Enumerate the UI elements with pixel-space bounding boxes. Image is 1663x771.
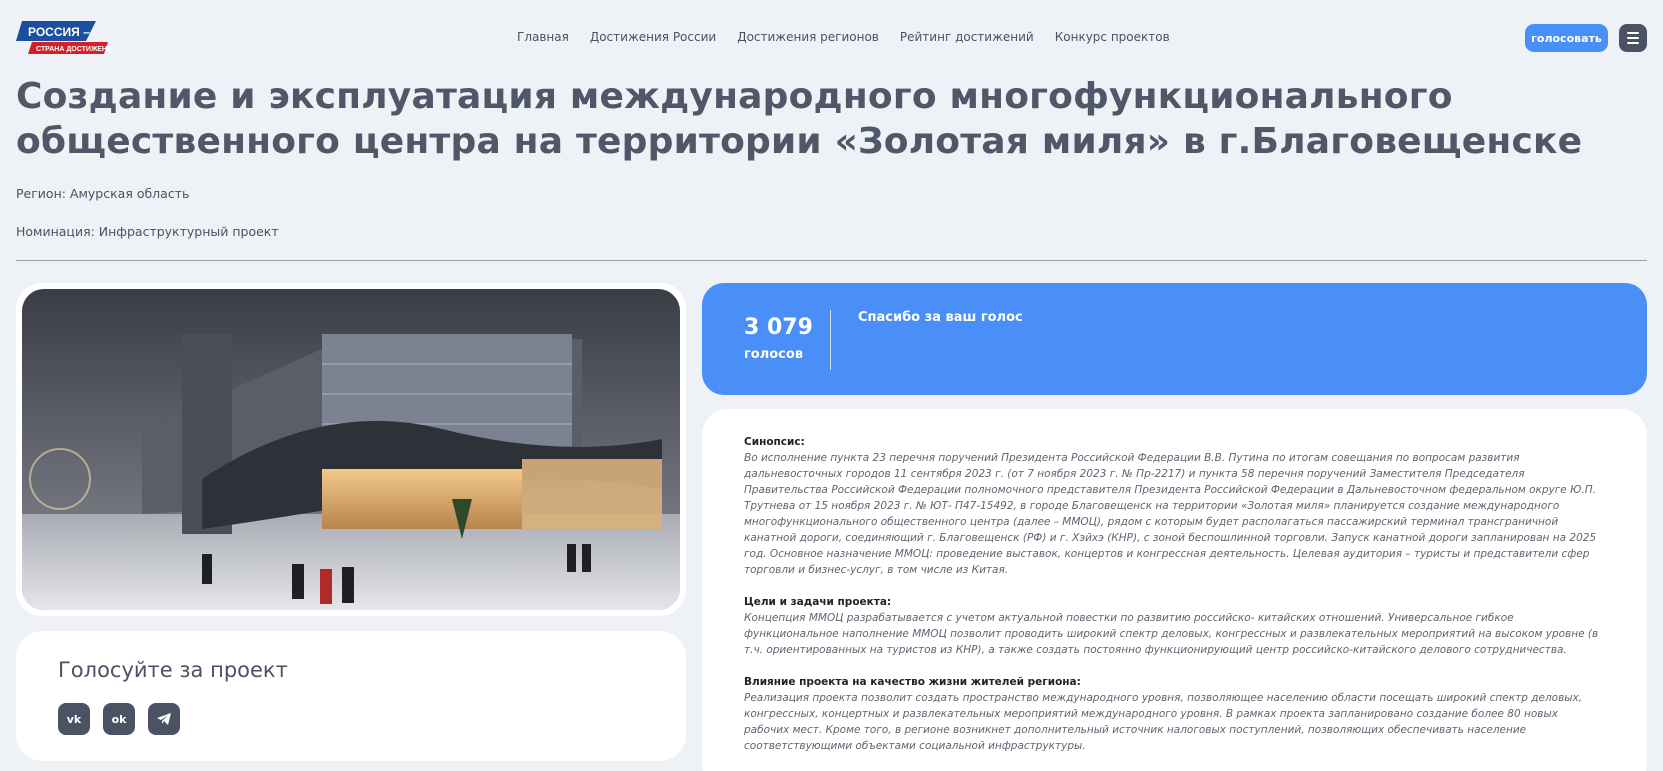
synopsis-text: Во исполнение пункта 23 перечня поручени… [744,452,1597,576]
share-title: Голосуйте за проект [58,658,288,682]
project-photo [22,289,680,610]
nav-item-home[interactable]: Главная [517,30,569,44]
goals-heading: Цели и задачи проекта: [744,596,892,608]
vote-button[interactable]: голосовать [1525,24,1608,52]
main-nav: Главная Достижения России Достижения рег… [517,30,1170,44]
project-nomination: Номинация: Инфраструктурный проект [16,224,279,239]
svg-text:СТРАНА ДОСТИЖЕНИЙ: СТРАНА ДОСТИЖЕНИЙ [36,44,112,53]
hamburger-icon [1627,32,1639,34]
site-header: РОССИЯ – СТРАНА ДОСТИЖЕНИЙ Главная Дости… [0,0,1663,74]
logo-graphic: РОССИЯ – СТРАНА ДОСТИЖЕНИЙ [16,21,117,54]
menu-button[interactable] [1619,24,1647,52]
impact-section: Влияние проекта на качество жизни жителе… [744,674,1605,754]
synopsis-section: Синопсис: Во исполнение пункта 23 перечн… [744,434,1605,578]
votes-card: 3 079 голосов Спасибо за ваш голос [702,283,1647,395]
vk-icon[interactable]: vk [58,703,90,735]
impact-heading: Влияние проекта на качество жизни жителе… [744,676,1081,688]
share-card: Голосуйте за проект vk ok [16,631,686,761]
hamburger-line [1627,37,1639,39]
project-photo-card [16,283,686,616]
goals-section: Цели и задачи проекта: Концепция ММОЦ ра… [744,594,1605,658]
votes-separator [830,310,831,370]
goals-text: Концепция ММОЦ разрабатывается с учетом … [744,612,1599,656]
nav-item-regions-achievements[interactable]: Достижения регионов [737,30,879,44]
svg-text:РОССИЯ –: РОССИЯ – [28,25,90,39]
impact-text: Реализация проекта позволит создать прос… [744,692,1583,752]
nav-item-russia-achievements[interactable]: Достижения России [590,30,716,44]
nav-item-rating[interactable]: Рейтинг достижений [900,30,1034,44]
thanks-message: Спасибо за ваш голос [858,310,1023,325]
telegram-icon[interactable] [148,703,180,735]
project-region: Регион: Амурская область [16,186,190,201]
divider [16,260,1647,261]
hamburger-line [1627,42,1639,44]
description-card: Синопсис: Во исполнение пункта 23 перечн… [702,409,1647,771]
odnoklassniki-icon[interactable]: ok [103,703,135,735]
page-title: Создание и эксплуатация международного м… [16,76,1583,162]
site-logo[interactable]: РОССИЯ – СТРАНА ДОСТИЖЕНИЙ [16,21,117,57]
building-illustration [22,289,680,610]
telegram-glyph [157,713,171,725]
nav-item-projects-contest[interactable]: Конкурс проектов [1055,30,1170,44]
votes-label: голосов [744,347,804,362]
share-icons: vk ok [58,703,180,735]
votes-count: 3 079 [744,315,813,340]
synopsis-heading: Синопсис: [744,436,805,448]
